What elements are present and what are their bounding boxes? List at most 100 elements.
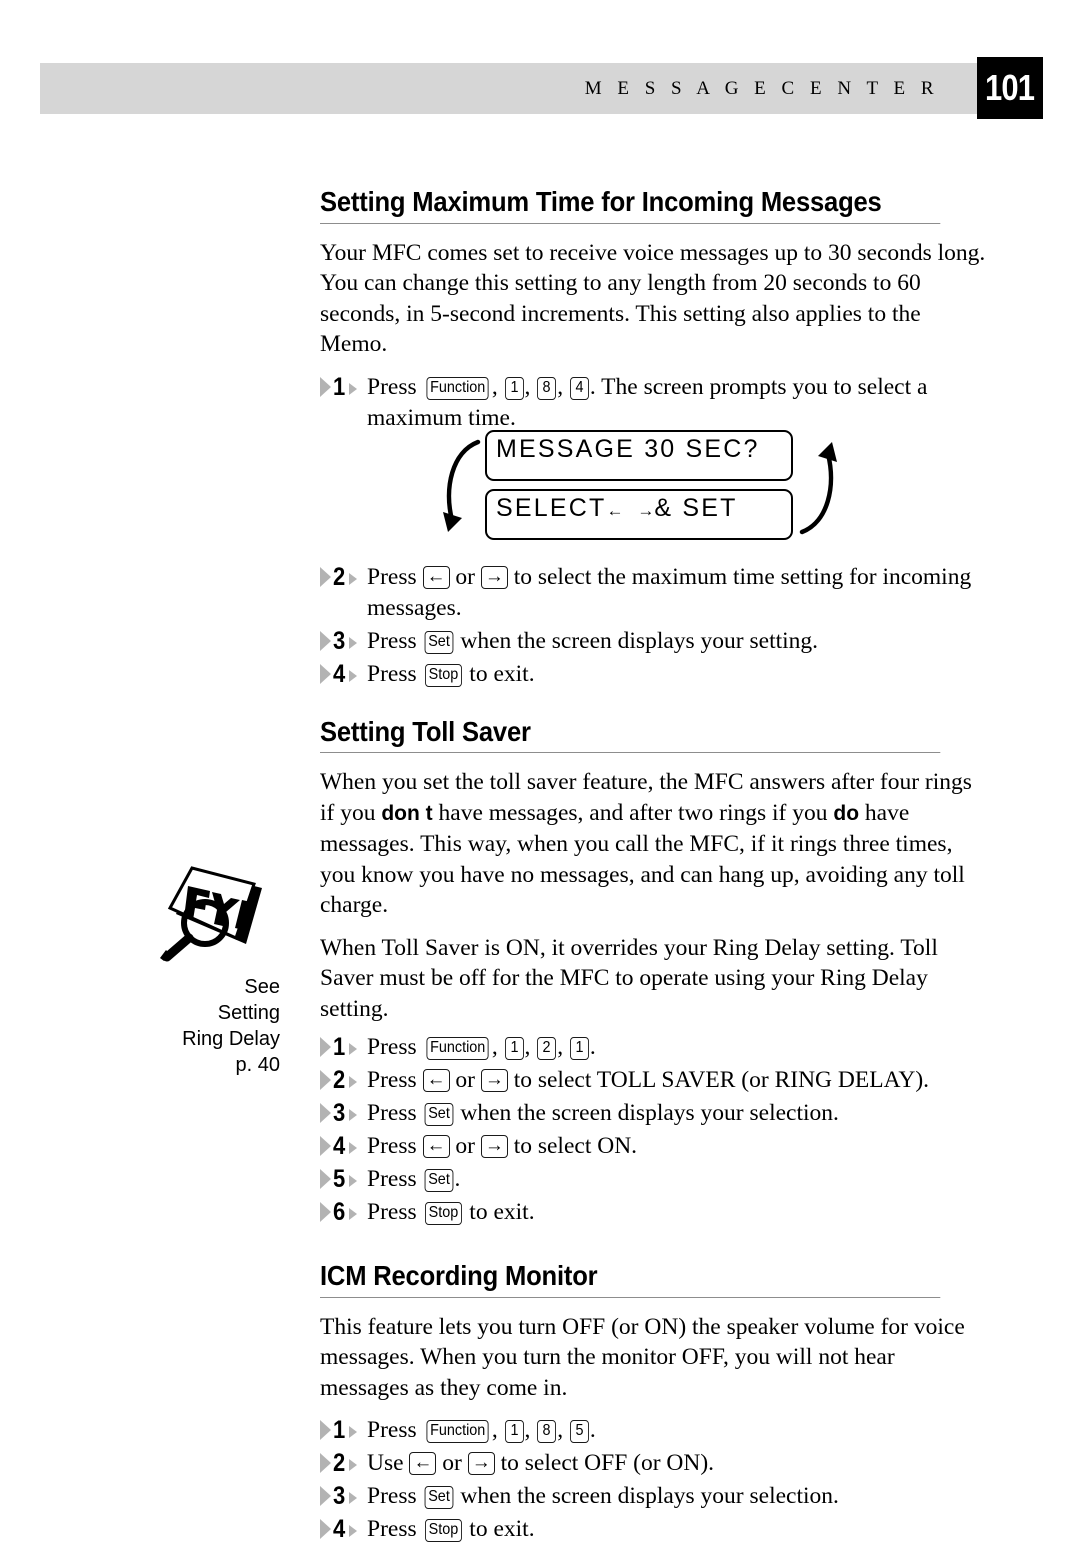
step-text-pre: Press [367, 1100, 423, 1127]
key-digit[interactable]: 8 [537, 1420, 557, 1444]
section-2-paragraph-1: When you set the toll saver feature, the… [320, 767, 987, 921]
page-number-box: 101 [977, 57, 1043, 119]
margin-note-caption: See Setting Ring Delay p. 40 [150, 974, 280, 1078]
key-set[interactable]: Set [424, 1486, 453, 1510]
key-set[interactable]: Set [424, 1103, 453, 1127]
step-marker: 3 [320, 1100, 362, 1127]
caption-line: See [244, 976, 280, 998]
key-right-arrow[interactable]: → [480, 1135, 508, 1159]
step-number: 5 [333, 1165, 346, 1194]
step-number: 1 [333, 1033, 346, 1062]
step-number: 4 [333, 1132, 346, 1161]
key-digit[interactable]: 1 [569, 1037, 589, 1061]
key-digit[interactable]: 1 [504, 376, 524, 400]
step-arrow-left-icon [320, 566, 331, 587]
step-marker: 4 [320, 1516, 362, 1543]
section-2-paragraph-2: When Toll Saver is ON, it overrides your… [320, 934, 938, 1022]
conjunction-or: or [449, 1067, 481, 1094]
cycle-arrow-up-icon [799, 442, 837, 535]
step-text-post: to select TOLL SAVER (or RING DELAY). [507, 1067, 930, 1094]
step-number: 6 [333, 1198, 346, 1227]
step-arrow-left-icon [320, 376, 331, 397]
step-arrow-left-icon [320, 1103, 331, 1124]
step-item: 2 Press ← or → to select the maximum tim… [320, 562, 987, 624]
step-text-pre: Press [367, 1133, 423, 1160]
key-digit[interactable]: 5 [569, 1420, 589, 1444]
step-item: 4 Press ← or → to select ON. [320, 1131, 987, 1162]
step-number: 2 [333, 562, 346, 591]
step-number: 3 [333, 626, 346, 655]
step-arrow-right-icon [349, 1426, 357, 1439]
key-digit[interactable]: 2 [537, 1037, 557, 1061]
step-item: 3 Press Set when the screen displays you… [320, 1481, 987, 1512]
para-part-b: have messages, and after two rings if yo… [432, 799, 834, 826]
step-text-pre: Press [367, 1166, 423, 1193]
key-function[interactable]: Function [425, 376, 489, 400]
step-item: 5 Press Set. [320, 1164, 987, 1195]
step-arrow-right-icon [349, 1142, 357, 1155]
section-3-paragraph: This feature lets you turn OFF (or ON) t… [320, 1313, 965, 1401]
key-left-arrow[interactable]: ← [409, 1452, 437, 1476]
para-emph-dont: don t [381, 801, 433, 825]
step-text-pre: Press [367, 1067, 423, 1094]
conjunction-or: or [449, 563, 481, 590]
key-function[interactable]: Function [425, 1037, 489, 1061]
lcd-box-line1: MESSAGE 30 SEC? [485, 430, 793, 481]
step-text-post: when the screen displays your setting. [454, 627, 819, 654]
key-right-arrow[interactable]: → [480, 565, 508, 589]
step-arrow-left-icon [320, 630, 331, 651]
step-arrow-left-icon [320, 1420, 331, 1441]
conjunction-or: or [449, 1133, 481, 1160]
lcd-text-line2: SELECT← →& SET [496, 492, 738, 527]
step-item: 4 Press Stop to exit. [320, 1514, 987, 1545]
para-emph-do: do [833, 801, 860, 825]
key-set[interactable]: Set [424, 1169, 453, 1193]
step-marker: 1 [320, 1034, 362, 1061]
step-text-pre: Press [367, 1417, 423, 1444]
key-stop[interactable]: Stop [424, 1519, 462, 1543]
lcd-line2-before: SELECT [496, 494, 607, 522]
key-left-arrow[interactable]: ← [422, 1069, 450, 1093]
step-arrow-right-icon [349, 1459, 357, 1472]
step-item: 2 Use ← or → to select OFF (or ON). [320, 1448, 987, 1479]
step-text-pre: Press [367, 373, 423, 400]
step-item: 3 Press Set when the screen displays you… [320, 626, 987, 657]
key-right-arrow[interactable]: → [480, 1069, 508, 1093]
step-item: 1 Press Function, 1, 8, 4. The screen pr… [320, 372, 987, 434]
key-right-arrow[interactable]: → [467, 1452, 495, 1476]
key-function[interactable]: Function [425, 1420, 489, 1444]
key-digit[interactable]: 1 [504, 1037, 524, 1061]
step-text-post: to exit. [463, 660, 535, 687]
step-arrow-right-icon [349, 1208, 357, 1221]
step-text-pre: Press [367, 1199, 423, 1226]
step-text-post: . [589, 1417, 596, 1444]
section-heading-max-time: Setting Maximum Time for Incoming Messag… [320, 186, 941, 224]
step-text-pre: Press [367, 1034, 423, 1061]
key-stop[interactable]: Stop [424, 1202, 462, 1226]
section-heading-icm-monitor: ICM Recording Monitor [320, 1260, 941, 1298]
step-arrow-right-icon [349, 669, 357, 682]
key-digit[interactable]: 8 [537, 376, 557, 400]
key-digit[interactable]: 1 [504, 1420, 524, 1444]
step-text-post: when the screen displays your selection. [454, 1483, 839, 1510]
step-item: 1 Press Function, 1, 8, 5. [320, 1415, 987, 1446]
step-text-post: to select ON. [507, 1133, 638, 1160]
step-arrow-right-icon [349, 1109, 357, 1122]
key-stop[interactable]: Stop [424, 663, 462, 687]
step-marker: 2 [320, 562, 362, 591]
key-digit[interactable]: 4 [569, 376, 589, 400]
step-marker: 4 [320, 660, 362, 688]
section-heading-toll-saver: Setting Toll Saver [320, 716, 941, 754]
key-left-arrow[interactable]: ← [422, 565, 450, 589]
key-set[interactable]: Set [424, 630, 453, 654]
step-arrow-left-icon [320, 1136, 331, 1157]
step-arrow-right-icon [349, 1175, 357, 1188]
page-content: Setting Maximum Time for Incoming Messag… [320, 186, 987, 1547]
step-number: 4 [333, 1515, 346, 1544]
step-text-post: . [589, 1034, 596, 1061]
step-arrow-left-icon [320, 1169, 331, 1190]
step-text-pre: Use [367, 1450, 410, 1477]
key-left-arrow[interactable]: ← [422, 1135, 450, 1159]
lcd-right-arrow-icon: → [637, 501, 655, 520]
step-text-post: to select OFF (or ON). [494, 1450, 715, 1477]
